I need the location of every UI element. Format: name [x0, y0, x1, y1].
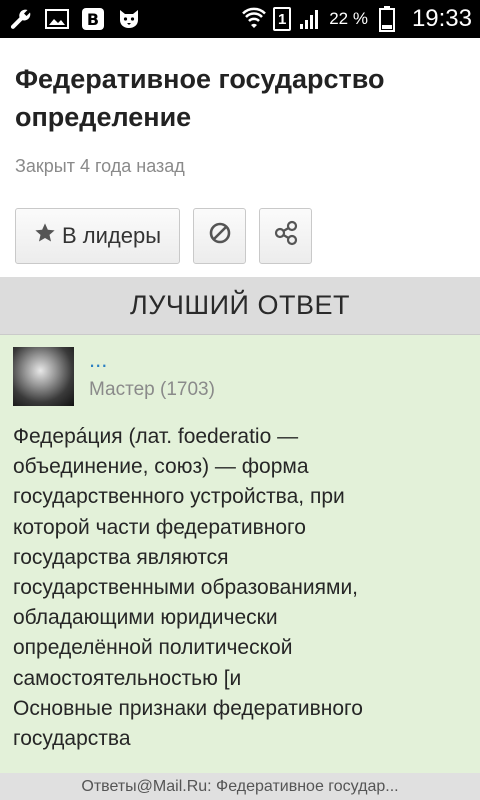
- share-icon: [273, 220, 299, 252]
- signal-icon: [297, 6, 323, 32]
- avatar[interactable]: [13, 347, 74, 406]
- block-icon: [208, 221, 232, 251]
- status-bar: B 1 22 % 19:33: [0, 0, 480, 38]
- sim-1-icon: 1: [273, 7, 292, 31]
- wifi-icon: [241, 6, 267, 32]
- to-leaders-label: В лидеры: [61, 223, 162, 248]
- report-button[interactable]: [193, 208, 246, 264]
- author-name[interactable]: ...: [89, 347, 215, 373]
- share-button[interactable]: [259, 208, 312, 264]
- system-indicators: 1 22 % 19:33: [241, 5, 472, 33]
- notification-icons: B: [8, 6, 142, 32]
- question-actions: В лидеры: [15, 208, 312, 264]
- best-answer-heading: ЛУЧШИЙ ОТВЕТ: [0, 277, 480, 335]
- wrench-icon: [8, 6, 34, 32]
- clock: 19:33: [411, 5, 472, 32]
- battery-icon: [374, 6, 400, 32]
- svg-text:B: B: [87, 10, 99, 29]
- question-status: Закрыт 4 года назад: [15, 156, 185, 176]
- image-icon: [44, 6, 70, 32]
- star-icon: [34, 222, 56, 250]
- battery-percent: 22 %: [329, 9, 368, 28]
- answer-author[interactable]: ... Мастер (1703): [13, 347, 467, 406]
- author-rank: Мастер (1703): [89, 379, 215, 400]
- answer-text: Федерáция (лат. foederatio — объединение…: [13, 425, 363, 751]
- best-answer: ... Мастер (1703) Федерáция (лат. foeder…: [0, 335, 480, 773]
- to-leaders-button[interactable]: В лидеры: [15, 208, 180, 264]
- question-header: Федеративное государство определение Зак…: [0, 38, 480, 177]
- page-title-footer: Ответы@Mail.Ru: Федеративное государ...: [0, 773, 480, 800]
- cat-icon: [116, 6, 142, 32]
- vk-icon: B: [80, 6, 106, 32]
- question-title: Федеративное государство определение: [15, 64, 385, 132]
